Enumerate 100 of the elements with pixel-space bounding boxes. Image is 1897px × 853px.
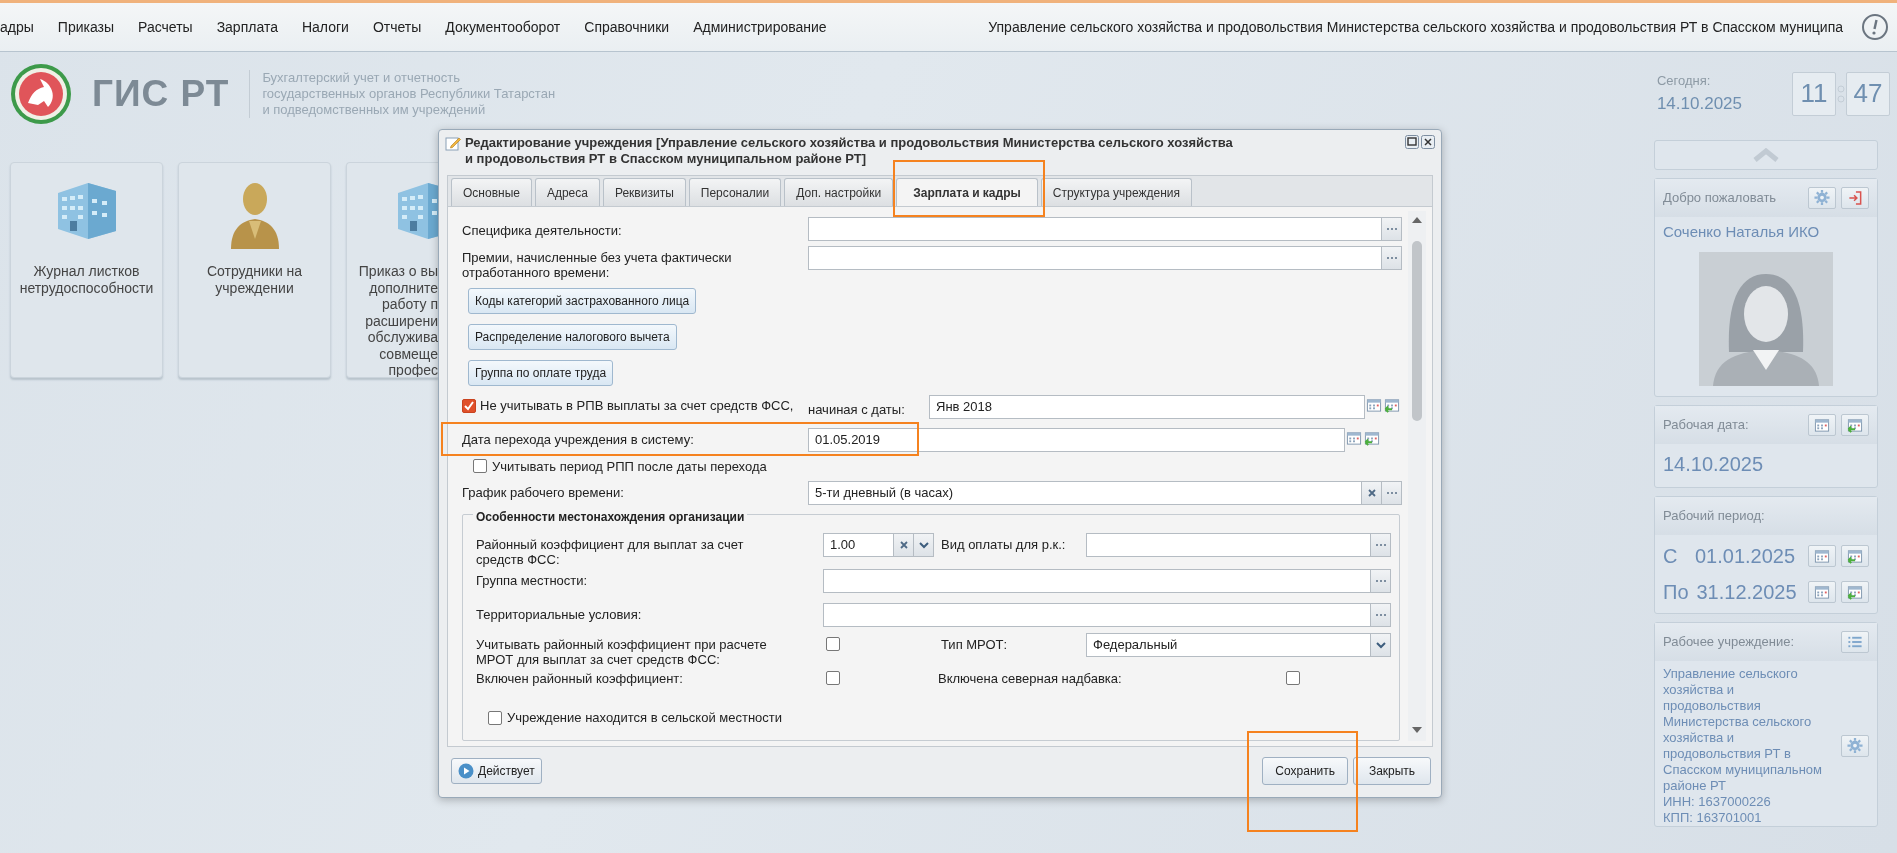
menu-item[interactable]: Администрирование — [693, 16, 827, 38]
tab[interactable]: Персоналии — [688, 178, 782, 206]
inn-text: ИНН: 1637000226 — [1663, 793, 1772, 810]
shortcut-tile[interactable]: Журнал листков нетрудоспособности — [10, 162, 163, 378]
lookup-field[interactable] — [823, 568, 1371, 593]
dropdown-button[interactable] — [1371, 632, 1391, 657]
checkbox[interactable] — [488, 710, 502, 725]
menu-item[interactable]: Справочники — [584, 16, 670, 38]
panel-title: Рабочее учреждение: — [1663, 632, 1795, 651]
dialog-button[interactable]: Закрыть — [1353, 757, 1431, 785]
calendar-button[interactable] — [1808, 544, 1836, 567]
period-label: С — [1663, 543, 1679, 569]
menu-item[interactable]: Налоги — [301, 16, 349, 38]
combo-field[interactable]: 1.00 — [823, 532, 894, 557]
pencil-icon — [445, 135, 461, 151]
tab[interactable]: Структура учреждения — [1040, 178, 1192, 206]
app-title: ГИС РТ — [92, 71, 230, 116]
field-label: Включен районный коэффициент: — [476, 669, 684, 686]
play-icon — [458, 763, 474, 779]
clear-button[interactable] — [894, 532, 914, 557]
calendar-button[interactable] — [1841, 544, 1869, 567]
logout-button[interactable] — [1841, 187, 1869, 209]
menu-item[interactable]: Зарплата — [216, 16, 278, 38]
calendar-icon — [1814, 547, 1830, 564]
tab[interactable]: Адреса — [534, 178, 600, 206]
menu-item[interactable]: Документооборот — [445, 16, 561, 38]
warning-icon[interactable] — [1861, 13, 1889, 41]
emblem-logo — [10, 62, 72, 125]
calendar-button[interactable] — [1841, 413, 1869, 436]
lookup-field[interactable] — [808, 217, 1382, 241]
clear-icon — [1366, 488, 1377, 498]
dropdown-button[interactable] — [914, 532, 934, 557]
settings-button[interactable] — [1808, 187, 1836, 209]
menu-item[interactable]: адры — [0, 16, 34, 38]
maximize-icon[interactable] — [1405, 135, 1419, 149]
chevron-up-icon — [1752, 148, 1780, 162]
select-field[interactable]: 5-ти дневный (в часах) — [808, 481, 1362, 505]
dialog-title: Редактирование учреждения [Управление сельского хозяйства и продовольствия Министерства сельского хозяйства и продовольствия РТ в Спасском муниципальном районе РТ] — [465, 135, 1234, 167]
checkbox[interactable] — [1286, 670, 1300, 685]
lookup-field[interactable] — [1086, 532, 1371, 557]
field-label: Учитывать районный коэффициент при расчете МРОТ для выплат за счет средств ФСС: — [476, 635, 768, 667]
gear-icon — [1814, 190, 1830, 206]
lookup-field[interactable] — [823, 602, 1371, 627]
menu-item[interactable]: Отчеты — [372, 16, 422, 38]
clear-button[interactable] — [1362, 481, 1382, 505]
logout-icon — [1847, 190, 1863, 206]
calendar-button[interactable] — [1808, 413, 1836, 436]
tab[interactable]: Реквизиты — [602, 178, 686, 206]
checkbox[interactable] — [462, 398, 476, 413]
field-label: Территориальные условия: — [476, 605, 643, 622]
status-button[interactable]: Действует — [451, 758, 542, 784]
checkbox[interactable] — [826, 636, 840, 651]
date-field[interactable]: 01.05.2019 — [808, 427, 1345, 452]
organization-name: Управление сельского хозяйства и продовольствия Министерства сельского хозяйства и продовольствия РТ в Спасском муниципа — [988, 17, 1843, 37]
app-subtitle: Бухгалтерский учет и отчетность государственных органов Республики Татарстан и подведомственных им учреждений — [249, 69, 556, 118]
field-label: Вид оплаты для р.к.: — [940, 535, 1067, 552]
field-label: Специфика деятельности: — [462, 222, 623, 238]
more-button[interactable] — [1371, 602, 1391, 627]
date-field[interactable]: Янв 2018 — [929, 395, 1365, 419]
more-button[interactable] — [1382, 246, 1402, 270]
menu-item[interactable]: Приказы — [57, 16, 115, 38]
dialog-button[interactable]: Сохранить — [1262, 757, 1348, 785]
calendar-button[interactable] — [1841, 580, 1869, 603]
action-button[interactable]: Коды категорий застрахованного лица — [468, 288, 697, 314]
calendar-icon — [1346, 429, 1362, 446]
today-date: 14.10.2025 — [1656, 92, 1742, 115]
action-button[interactable]: Группа по оплате труда — [468, 360, 614, 386]
tab[interactable]: Доп. настройки — [784, 178, 894, 206]
checkbox[interactable] — [473, 459, 487, 474]
menu-item[interactable]: Расчеты — [138, 16, 193, 38]
more-button[interactable] — [1382, 481, 1402, 505]
panel-title: Добро пожаловать — [1663, 189, 1777, 208]
calendar-button[interactable] — [1808, 580, 1836, 603]
kpp-text: КПП: 163701001 — [1663, 809, 1763, 826]
action-button[interactable]: Распределение налогового вычета — [468, 324, 677, 350]
close-icon[interactable] — [1421, 135, 1435, 149]
lookup-field[interactable] — [808, 246, 1382, 270]
field-label: Включена северная надбавка: — [938, 669, 1123, 686]
tab[interactable]: Зарплата и кадры — [896, 178, 1038, 206]
calendar-icon — [1814, 583, 1830, 600]
more-button[interactable] — [1371, 568, 1391, 593]
group-legend: Особенности местонахождения организации — [473, 508, 748, 526]
field-label: Дата перехода учреждения в систему: — [462, 430, 695, 447]
list-button[interactable] — [1841, 630, 1869, 653]
field-label: Группа местности: — [476, 571, 589, 588]
more-button[interactable] — [1371, 532, 1391, 557]
field-label: начиная с даты: — [808, 401, 906, 419]
more-button[interactable] — [1382, 217, 1402, 241]
hours-display: 11 — [1792, 71, 1836, 116]
tab[interactable]: Основные — [451, 178, 532, 206]
period-date: 31.12.2025 — [1696, 579, 1797, 605]
shortcut-tile[interactable]: Приказ о вы дополните работу п расширени обслужива совмеще профес — [346, 162, 438, 378]
period-label: По — [1663, 579, 1689, 605]
checkbox[interactable] — [826, 670, 840, 685]
shortcut-tile[interactable]: Сотрудники на учреждении — [178, 162, 331, 378]
select-field[interactable]: Федеральный — [1086, 632, 1371, 657]
calendar-icon — [1814, 416, 1830, 433]
field-label: Тип МРОТ: — [941, 635, 1009, 652]
settings-button[interactable] — [1841, 734, 1869, 757]
clear-icon — [898, 539, 909, 550]
